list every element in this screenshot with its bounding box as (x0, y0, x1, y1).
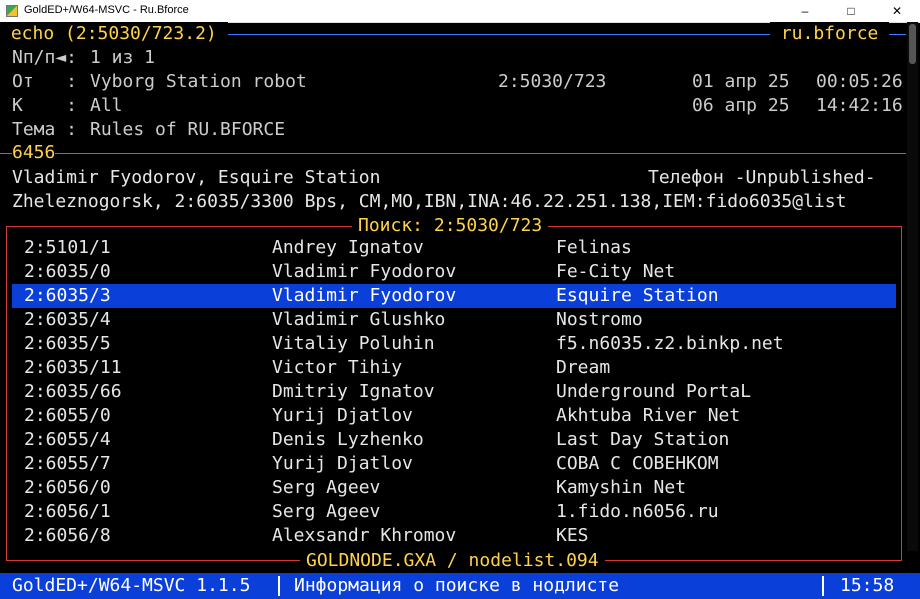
scrollbar-track[interactable] (907, 22, 918, 551)
nodelist-row[interactable]: 2:6035/3 Vladimir Fyodorov Esquire Station (12, 284, 896, 308)
node-system-name: KES (556, 525, 589, 546)
area-label: ru.bforce (770, 22, 890, 46)
nodelist-row[interactable]: 2:5101/1 Andrey Ignatov Felinas (12, 236, 896, 260)
node-address: 2:6055/0 (24, 405, 111, 426)
search-dialog-title: Поиск: 2:5030/723 (352, 215, 549, 237)
from-address: 2:5030/723 (498, 71, 607, 92)
node-system-name: Akhtuba River Net (556, 405, 741, 426)
node-address: 2:6035/0 (24, 261, 111, 282)
to-label: К : (12, 95, 78, 116)
minimize-button[interactable]: – (782, 0, 828, 22)
to-time: 14:42:16 (816, 95, 903, 116)
node-sysop: Yurij Djatlov (272, 453, 413, 474)
window-title: GoldED+/W64-MSVC - Ru.Bforce (24, 4, 189, 16)
node-address: 2:6035/4 (24, 309, 111, 330)
nodelist-row[interactable]: 2:6035/66 Dmitriy Ignatov Underground Port… (12, 380, 896, 404)
msgnum-value: 1 из 1 (90, 47, 156, 68)
node-sysop: Dmitriy Ignatov (272, 381, 435, 402)
status-divider (822, 576, 824, 596)
search-dialog-footer: GOLDNODE.GXA / nodelist.094 (300, 550, 605, 572)
node-system-name: Esquire Station (556, 285, 719, 306)
node-system-name: СОВА С СОВЕНКОМ (556, 453, 719, 474)
node-system-name: Underground PortaL (556, 381, 752, 402)
nodelist-row[interactable]: 2:6035/11 Victor Tihiy Dream (12, 356, 896, 380)
node-address: 2:6056/0 (24, 477, 111, 498)
nodelist-row[interactable]: 2:6056/0 Serg Ageev Kamyshin Net (12, 476, 896, 500)
nodelist-row[interactable]: 2:6035/4 Vladimir Glushko Nostromo (12, 308, 896, 332)
node-address: 2:6035/3 (24, 285, 111, 306)
node-system-name: Kamyshin Net (556, 477, 687, 498)
node-info-name: Vladimir Fyodorov, Esquire Station (12, 167, 381, 188)
node-info-flags: Zheleznogorsk, 2:6035/3300 Bps, CM,MO,IB… (12, 191, 847, 212)
node-sysop: Yurij Djatlov (272, 405, 413, 426)
node-sysop: Vladimir Glushko (272, 309, 446, 330)
node-sysop: Serg Ageev (272, 477, 381, 498)
node-address: 2:6055/7 (24, 453, 111, 474)
node-address: 2:6056/1 (24, 501, 111, 522)
status-divider (278, 576, 280, 596)
node-system-name: f5.n6035.z2.binkp.net (556, 333, 784, 354)
from-date: 01 апр 25 (692, 71, 790, 92)
node-system-name: Last Day Station (556, 429, 730, 450)
to-name: All (90, 95, 123, 116)
nodelist-row[interactable]: 2:6035/5 Vitaliy Poluhin f5.n6035.z2.binkp… (12, 332, 896, 356)
node-address: 2:6035/5 (24, 333, 111, 354)
scrollbar-thumb[interactable] (909, 24, 916, 64)
node-address: 2:6035/66 (24, 381, 122, 402)
from-time: 00:05:26 (816, 71, 903, 92)
node-system-name: Nostromo (556, 309, 643, 330)
node-sysop: Denis Lyzhenko (272, 429, 424, 450)
status-clock: 15:58 (840, 575, 895, 596)
node-system-name: 1.fido.n6056.ru (556, 501, 719, 522)
node-sysop: Alexsandr Khromov (272, 525, 457, 546)
status-message: Информация о поиске в нодлисте (294, 575, 620, 596)
echo-label: echo (2:5030/723.2) (0, 22, 228, 46)
node-sysop: Andrey Ignatov (272, 237, 424, 258)
nodelist-row[interactable]: 2:6035/0 Vladimir Fyodorov Fe-City Net (12, 260, 896, 284)
node-sysop: Vitaliy Poluhin (272, 333, 435, 354)
nodelist-row[interactable]: 2:6055/7 Yurij Djatlov СОВА С СОВЕНКОМ (12, 452, 896, 476)
maximize-button[interactable]: □ (828, 0, 874, 22)
nodelist-row[interactable]: 2:6055/0 Yurij Djatlov Akhtuba River Net (12, 404, 896, 428)
window-titlebar: GoldED+/W64-MSVC - Ru.Bforce – □ ✕ (0, 0, 920, 23)
subject-value: Rules of RU.BFORCE (90, 119, 286, 140)
from-label: От : (12, 71, 78, 92)
node-address: 2:6035/11 (24, 357, 122, 378)
msgnum-label: Nп/п◄: (12, 47, 78, 68)
node-system-name: Dream (556, 357, 611, 378)
message-size: 6456 (12, 141, 56, 165)
to-date: 06 апр 25 (692, 95, 790, 116)
node-address: 2:5101/1 (24, 237, 111, 258)
node-system-name: Fe-City Net (556, 261, 676, 282)
terminal-screen: echo (2:5030/723.2) ru.bforce Nп/п◄: 1 и… (0, 22, 920, 599)
from-name: Vyborg Station robot (90, 71, 307, 92)
nodelist-row[interactable]: 2:6055/4 Denis Lyzhenko Last Day Station (12, 428, 896, 452)
node-sysop: Victor Tihiy (272, 357, 403, 378)
node-info-phone: Телефон -Unpublished- (648, 167, 876, 188)
status-version: GoldED+/W64-MSVC 1.1.5 (12, 575, 251, 596)
close-button[interactable]: ✕ (874, 0, 920, 22)
node-sysop: Serg Ageev (272, 501, 381, 522)
node-sysop: Vladimir Fyodorov (272, 285, 457, 306)
nodelist-row[interactable]: 2:6056/1 Serg Ageev 1.fido.n6056.ru (12, 500, 896, 524)
status-bar: GoldED+/W64-MSVC 1.1.5 Информация о поис… (0, 573, 920, 599)
node-sysop: Vladimir Fyodorov (272, 261, 457, 282)
subject-label: Тема : (12, 119, 78, 140)
app-icon (6, 5, 18, 17)
nodelist-row[interactable]: 2:6056/8 Alexsandr Khromov KES (12, 524, 896, 548)
node-address: 2:6056/8 (24, 525, 111, 546)
node-address: 2:6055/4 (24, 429, 111, 450)
header-bottom-rule (0, 153, 906, 154)
node-system-name: Felinas (556, 237, 632, 258)
